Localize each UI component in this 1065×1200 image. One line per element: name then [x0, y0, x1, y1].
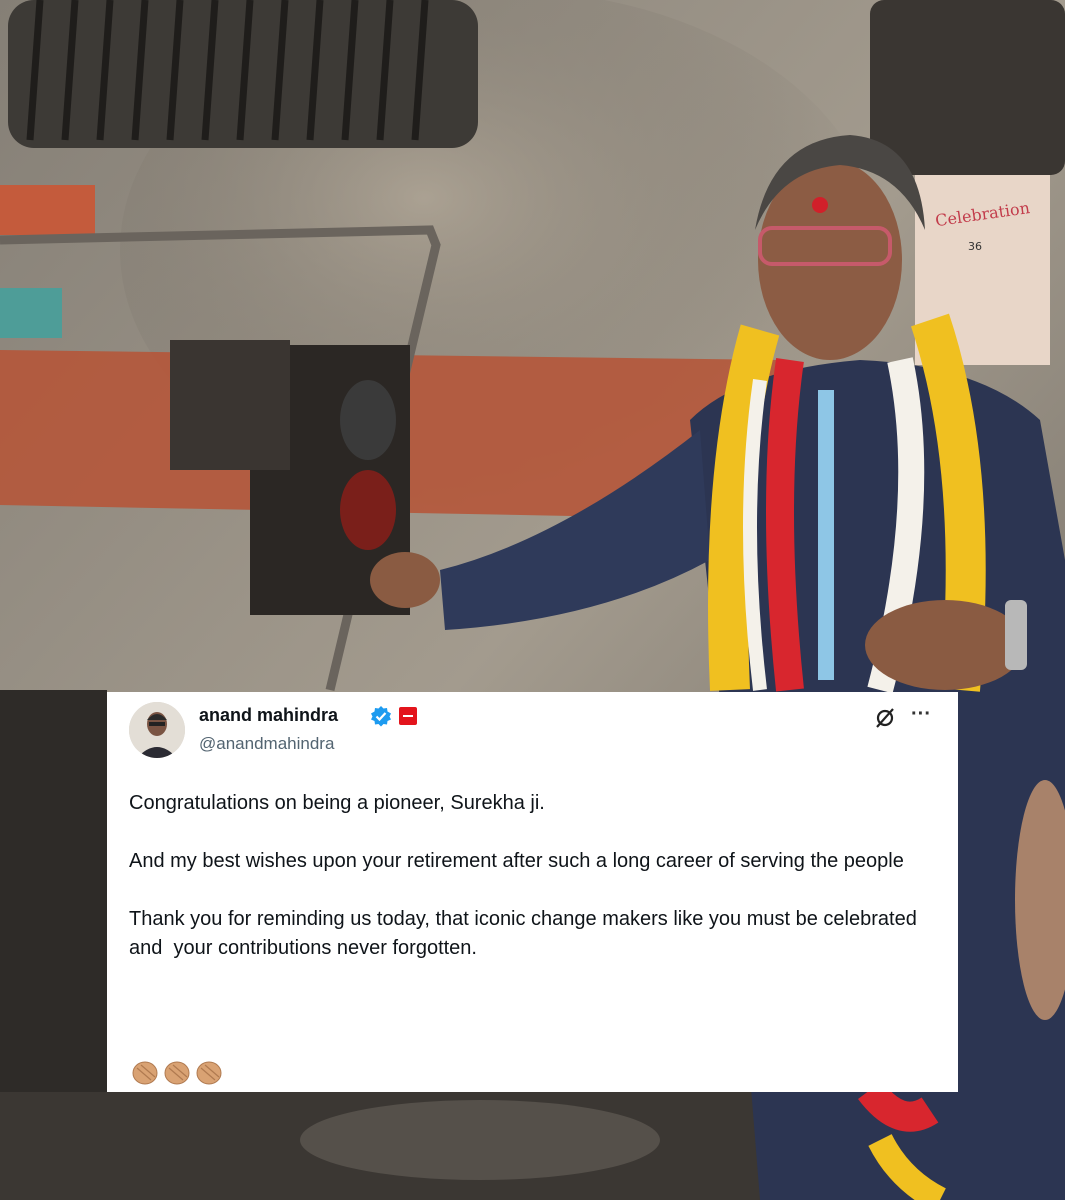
lanyard: [818, 390, 834, 680]
clapping-hands-icon: [132, 1061, 222, 1085]
grok-icon[interactable]: [873, 706, 897, 730]
handle[interactable]: @anandmahindra: [199, 734, 334, 754]
more-options-icon[interactable]: ···: [911, 704, 931, 724]
avatar-image: [129, 702, 185, 758]
tweet-paragraph: Thank you for reminding us today, that i…: [129, 908, 923, 959]
bindi: [812, 197, 828, 213]
verified-badge-icon: [371, 706, 391, 727]
other-hand: [865, 600, 1025, 690]
tweet-card[interactable]: anand mahindra @anandmahindra ··· Congra…: [107, 692, 958, 1092]
bracket: [170, 340, 290, 470]
affiliation-badge-icon[interactable]: [399, 707, 417, 725]
tweet-paragraph: And my best wishes upon your retirement …: [129, 850, 904, 872]
tweet-paragraph: Congratulations on being a pioneer, Sure…: [129, 792, 545, 814]
hand: [370, 552, 440, 608]
tweet-text: Congratulations on being a pioneer, Sure…: [129, 789, 929, 992]
banner-number: 36: [968, 240, 982, 253]
teal-patch: [0, 288, 62, 338]
orange-patch: [0, 185, 95, 235]
signal-light: [340, 470, 396, 550]
avatar[interactable]: [129, 702, 185, 758]
display-name[interactable]: anand mahindra: [199, 705, 338, 726]
watch: [1005, 600, 1027, 670]
